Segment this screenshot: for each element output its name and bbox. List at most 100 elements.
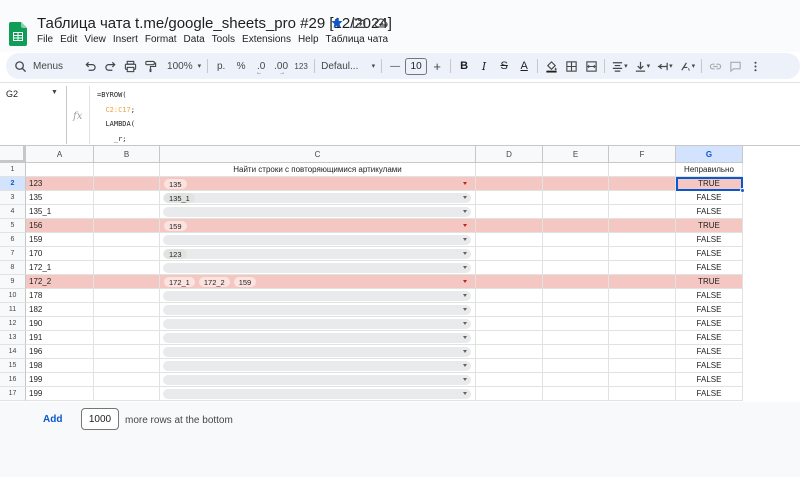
increase-font-size-button[interactable]: +: [427, 56, 447, 76]
cell-dropdown-chips[interactable]: [160, 289, 476, 303]
print-button[interactable]: [120, 56, 140, 76]
cell-dropdown-chips[interactable]: [160, 345, 476, 359]
borders-button[interactable]: [561, 56, 581, 76]
dropdown-arrow-icon[interactable]: [463, 280, 467, 283]
menu-tools[interactable]: Tools: [212, 34, 240, 45]
cell-result[interactable]: FALSE: [676, 345, 743, 359]
cell[interactable]: [476, 191, 543, 205]
cell-dropdown-chips[interactable]: [160, 205, 476, 219]
cell[interactable]: [609, 247, 676, 261]
row-header[interactable]: 7: [0, 247, 26, 261]
column-header-a[interactable]: A: [26, 146, 94, 163]
cell[interactable]: [94, 261, 160, 275]
text-color-button[interactable]: A: [514, 56, 534, 76]
cell-result[interactable]: FALSE: [676, 331, 743, 345]
dropdown-arrow-icon[interactable]: [463, 210, 467, 213]
menu-edit[interactable]: Edit: [60, 34, 82, 45]
cell[interactable]: [476, 303, 543, 317]
dropdown-chip-field[interactable]: [163, 291, 471, 301]
dropdown-arrow-icon[interactable]: [463, 336, 467, 339]
cell[interactable]: [476, 205, 543, 219]
cell[interactable]: [609, 205, 676, 219]
cell[interactable]: [543, 303, 609, 317]
cell[interactable]: [543, 233, 609, 247]
cell-dropdown-chips[interactable]: [160, 387, 476, 401]
name-box[interactable]: G2: [6, 89, 18, 99]
decrease-decimal-button[interactable]: .0 ←: [251, 56, 271, 77]
dropdown-arrow-icon[interactable]: [463, 308, 467, 311]
cell-result[interactable]: FALSE: [676, 303, 743, 317]
merge-cells-button[interactable]: [581, 56, 601, 76]
cell-dropdown-chips[interactable]: [160, 303, 476, 317]
dropdown-arrow-icon[interactable]: [463, 266, 467, 269]
cell[interactable]: [609, 317, 676, 331]
row-header[interactable]: 12: [0, 317, 26, 331]
cell-dropdown-chips[interactable]: 123: [160, 247, 476, 261]
dropdown-arrow-icon[interactable]: [463, 182, 467, 185]
cell-article[interactable]: 190: [26, 317, 94, 331]
increase-decimal-button[interactable]: .00 →: [271, 56, 291, 77]
cell[interactable]: [543, 275, 609, 289]
cell[interactable]: [543, 205, 609, 219]
cell-dropdown-chips[interactable]: [160, 261, 476, 275]
cell-article[interactable]: 182: [26, 303, 94, 317]
cell-dropdown-chips[interactable]: 172_1 172_2 159: [160, 275, 476, 289]
cell-dropdown-chips[interactable]: [160, 317, 476, 331]
menu-help[interactable]: Help: [298, 34, 324, 45]
chevron-down-icon[interactable]: ▼: [51, 89, 58, 96]
cell-result[interactable]: FALSE: [676, 261, 743, 275]
cell[interactable]: [476, 233, 543, 247]
dropdown-arrow-icon[interactable]: [463, 294, 467, 297]
cell[interactable]: [94, 331, 160, 345]
cell[interactable]: [609, 359, 676, 373]
insert-comment-button[interactable]: [725, 56, 745, 76]
cell-article[interactable]: 123: [26, 177, 94, 191]
row-header[interactable]: 8: [0, 261, 26, 275]
cell-result[interactable]: FALSE: [676, 317, 743, 331]
redo-button[interactable]: [100, 56, 120, 76]
cell-result[interactable]: FALSE: [676, 289, 743, 303]
cell[interactable]: [94, 359, 160, 373]
dropdown-chip-field[interactable]: [163, 319, 471, 329]
column-header-c[interactable]: C: [160, 146, 476, 163]
row-header[interactable]: 14: [0, 345, 26, 359]
cell-article[interactable]: 172_2: [26, 275, 94, 289]
fill-color-button[interactable]: [541, 56, 561, 76]
cell-dropdown-chips[interactable]: 159: [160, 219, 476, 233]
cell-article[interactable]: 159: [26, 233, 94, 247]
dropdown-chip[interactable]: 172_2: [198, 277, 230, 287]
fill-handle[interactable]: [740, 188, 745, 193]
font-size-input[interactable]: 10: [405, 57, 428, 75]
menu-view[interactable]: View: [84, 34, 111, 45]
cell[interactable]: [543, 261, 609, 275]
cell[interactable]: [543, 163, 609, 177]
cell-result[interactable]: FALSE: [676, 373, 743, 387]
star-icon[interactable]: [329, 15, 345, 31]
cell[interactable]: [543, 359, 609, 373]
dropdown-chip-field[interactable]: [163, 361, 471, 371]
cell-result[interactable]: TRUE: [676, 219, 743, 233]
cell[interactable]: [476, 163, 543, 177]
dropdown-chip[interactable]: 123: [164, 249, 187, 259]
cell[interactable]: [609, 219, 676, 233]
menu-extensions[interactable]: Extensions: [242, 34, 296, 45]
cell[interactable]: [476, 275, 543, 289]
cell[interactable]: [94, 177, 160, 191]
row-header[interactable]: 6: [0, 233, 26, 247]
cell[interactable]: [94, 345, 160, 359]
cell[interactable]: [543, 177, 609, 191]
cell[interactable]: [94, 289, 160, 303]
dropdown-chip-field[interactable]: [163, 207, 471, 217]
cell-dropdown-chips[interactable]: 135_1: [160, 191, 476, 205]
cell-dropdown-chips[interactable]: [160, 373, 476, 387]
cell[interactable]: [94, 191, 160, 205]
sheets-logo-icon[interactable]: [9, 22, 27, 46]
decrease-font-size-button[interactable]: —: [385, 56, 405, 76]
dropdown-chip[interactable]: 135_1: [164, 193, 195, 203]
cell[interactable]: [543, 219, 609, 233]
cell-article[interactable]: 191: [26, 331, 94, 345]
cell[interactable]: [543, 345, 609, 359]
cell-dropdown-chips[interactable]: [160, 331, 476, 345]
row-header[interactable]: 9: [0, 275, 26, 289]
font-family-select[interactable]: Defaul... ▾: [318, 56, 378, 76]
